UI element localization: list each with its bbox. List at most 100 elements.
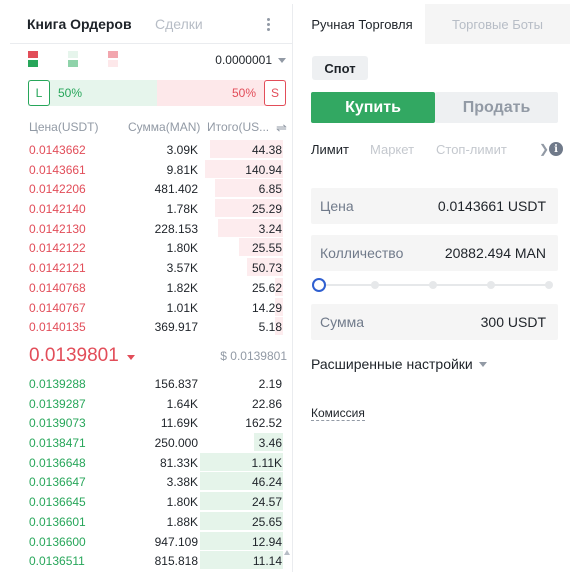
slider-step-75[interactable]	[487, 281, 495, 289]
bid-amount: 1.64K	[166, 396, 198, 411]
last-price: 0.0139801	[29, 344, 135, 368]
precision-select[interactable]: 0.0000001	[190, 50, 286, 70]
quantity-value[interactable]: 20882.494 MAN	[445, 245, 546, 261]
bid-row[interactable]: 0.0136648 81.33K 1.11K	[20, 452, 283, 473]
order-type-limit[interactable]: Лимит	[311, 142, 349, 157]
bid-total: 22.86	[251, 396, 282, 411]
bid-row[interactable]: 0.0136600 947.109 12.94	[20, 531, 283, 552]
ask-price: 0.0142121	[29, 261, 86, 276]
long-badge: L	[28, 80, 50, 106]
bid-amount: 947.109	[154, 534, 198, 549]
trade-panel: Ручная Торговля Торговые Боты Спот Купит…	[299, 4, 570, 572]
sum-field[interactable]: Сумма 300 USDT	[311, 304, 558, 340]
bid-row[interactable]: 0.0136511 815.818 11.14	[20, 551, 283, 571]
bid-row[interactable]: 0.0139073 11.69K 162.52	[20, 413, 282, 433]
price-down-icon	[126, 354, 135, 360]
buy-sell-ratio-bar: L 50% 50% S	[28, 80, 286, 106]
price-value[interactable]: 0.0143661 USDT	[438, 198, 546, 214]
ask-total: 50.73	[251, 261, 282, 276]
sell-ratio-percent: 50%	[231, 86, 256, 100]
tab-trades[interactable]: Сделки	[155, 16, 203, 32]
bid-total: 24.57	[251, 495, 282, 510]
caret-down-icon	[478, 361, 487, 367]
chevron-right-icon[interactable]: ❯	[539, 142, 549, 156]
bid-row[interactable]: 0.0139287 1.64K 22.86	[20, 394, 282, 414]
bid-price: 0.0136600	[29, 534, 86, 549]
sell-button[interactable]: Продать	[435, 92, 558, 123]
ask-total: 3.24	[258, 221, 282, 236]
ask-price: 0.0143662	[29, 143, 86, 157]
ask-price: 0.0140135	[29, 320, 86, 335]
ask-amount: 1.78K	[166, 202, 198, 217]
ask-row[interactable]: 0.0143661 9.81K 140.94	[20, 159, 283, 180]
ask-row[interactable]: 0.0143662 3.09K 44.38	[20, 140, 283, 160]
resize-handle-icon[interactable]	[284, 550, 290, 555]
bid-price: 0.0136647	[29, 475, 86, 490]
ask-total: 25.55	[251, 241, 282, 256]
ask-row[interactable]: 0.0140768 1.82K 25.62	[20, 277, 283, 298]
bid-row[interactable]: 0.0136647 3.38K 46.24	[20, 472, 283, 492]
tab-order-book[interactable]: Книга Ордеров	[27, 16, 132, 32]
slider-step-25[interactable]	[371, 281, 379, 289]
bids-list: 0.0139288 156.837 2.19 0.0139287 1.64K 22.86 0…	[20, 374, 283, 571]
sum-label: Сумма	[320, 314, 364, 330]
ask-row[interactable]: 0.0142122 1.80K 25.55	[20, 238, 283, 258]
view-bids-icon[interactable]	[68, 51, 78, 67]
ask-row[interactable]: 0.0142140 1.78K 25.29	[20, 199, 283, 219]
slider-handle[interactable]	[312, 278, 326, 292]
ask-row[interactable]: 0.0142121 3.57K 50.73	[20, 258, 283, 278]
tab-trading-bots[interactable]: Торговые Боты	[425, 4, 570, 44]
bid-row[interactable]: 0.0138471 250.000 3.46	[20, 433, 283, 453]
order-type-market[interactable]: Маркет	[370, 142, 414, 157]
quantity-field[interactable]: Колличество 20882.494 MAN	[311, 235, 558, 271]
bid-amount: 3.38K	[166, 475, 198, 490]
column-total: Итого(US...	[207, 120, 270, 134]
bid-amount: 250.000	[154, 436, 198, 451]
bid-amount: 815.818	[154, 554, 198, 569]
bid-price: 0.0139288	[29, 377, 86, 391]
ask-row[interactable]: 0.0142130 228.153 3.24	[20, 218, 283, 239]
ask-total: 6.85	[258, 182, 282, 197]
bid-price: 0.0139073	[29, 416, 86, 431]
info-icon[interactable]: i	[549, 142, 563, 156]
ask-price: 0.0140767	[29, 300, 86, 315]
swap-icon[interactable]: ⇌	[276, 120, 287, 136]
bid-total: 12.94	[251, 534, 282, 549]
bid-price: 0.0136601	[29, 514, 86, 529]
ask-row[interactable]: 0.0140135 369.917 5.18	[20, 317, 283, 337]
ask-amount: 1.80K	[166, 241, 198, 256]
slider-step-100[interactable]	[545, 281, 553, 289]
ask-price: 0.0140768	[29, 280, 86, 295]
fee-label[interactable]: Комиссия	[311, 406, 365, 421]
ask-amount: 3.57K	[166, 261, 198, 276]
order-book-panel: Книга Ордеров Сделки 0.0000001 L 50% 50%…	[10, 4, 293, 572]
bid-row[interactable]: 0.0136601 1.88K 25.65	[20, 511, 283, 532]
price-field[interactable]: Цена 0.0143661 USDT	[311, 188, 558, 224]
column-price: Цена(USDT)	[29, 120, 99, 134]
order-type-stop-limit[interactable]: Стоп-лимит	[436, 142, 507, 157]
ask-row[interactable]: 0.0140767 1.01K 14.29	[20, 297, 283, 318]
ask-amount: 1.01K	[166, 300, 198, 315]
amount-slider[interactable]	[312, 278, 553, 292]
buy-button[interactable]: Купить	[311, 92, 435, 123]
sum-value[interactable]: 300 USDT	[481, 314, 546, 330]
slider-step-50[interactable]	[429, 281, 437, 289]
tab-manual-trading[interactable]: Ручная Торговля	[299, 4, 425, 44]
bid-price: 0.0139287	[29, 396, 86, 411]
bid-row[interactable]: 0.0136645 1.80K 24.57	[20, 492, 283, 512]
ask-row[interactable]: 0.0142206 481.402 6.85	[20, 179, 283, 199]
advanced-settings-label: Расширенные настройки	[311, 356, 473, 372]
view-both-icon[interactable]	[28, 51, 38, 67]
ask-total: 5.18	[258, 320, 282, 335]
ask-total: 25.29	[251, 202, 282, 217]
ask-amount: 9.81K	[166, 162, 198, 177]
bid-row[interactable]: 0.0139288 156.837 2.19	[20, 374, 282, 394]
advanced-settings-toggle[interactable]: Расширенные настройки	[311, 356, 487, 372]
ask-price: 0.0142206	[29, 182, 86, 197]
bid-total: 25.65	[251, 514, 282, 529]
bid-total: 162.52	[245, 416, 282, 431]
column-amount: Сумма(MAN)	[128, 120, 201, 134]
spot-badge[interactable]: Спот	[312, 56, 368, 80]
view-asks-icon[interactable]	[108, 51, 118, 67]
more-vertical-icon[interactable]	[260, 14, 276, 34]
